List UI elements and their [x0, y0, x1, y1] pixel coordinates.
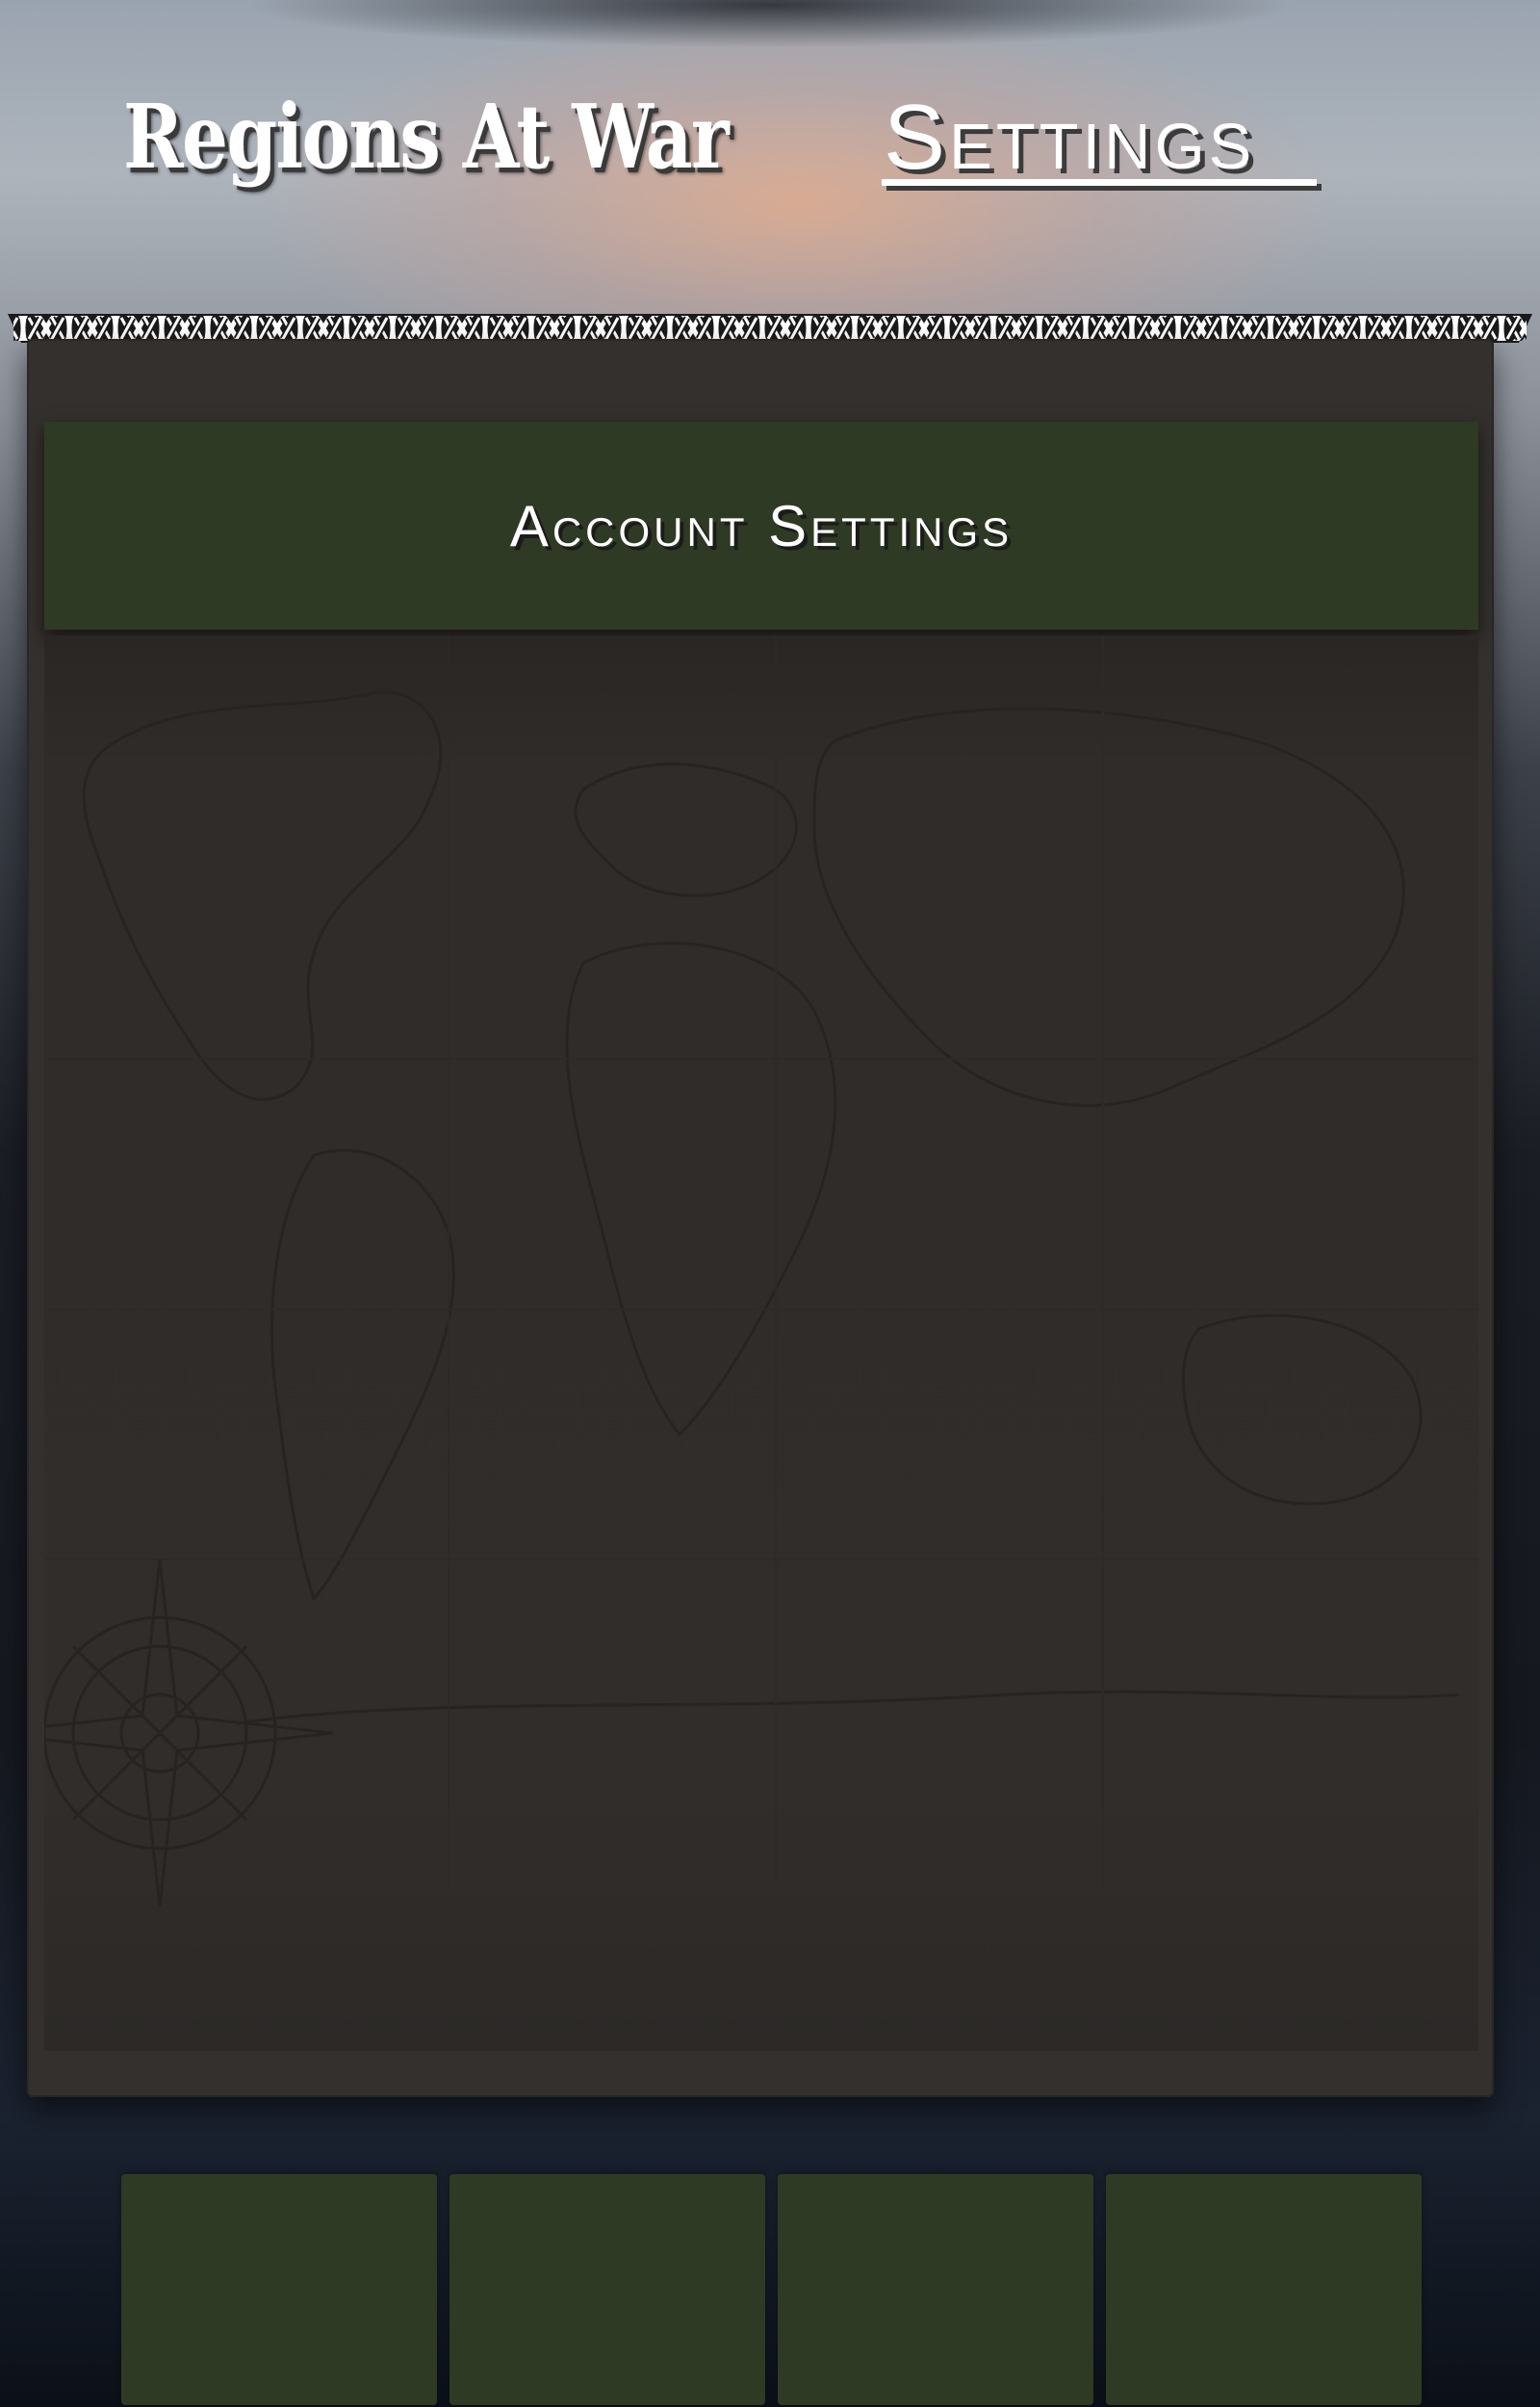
nav-button-4[interactable]: [1106, 2174, 1422, 2405]
panel-title: Account Settings: [509, 493, 1014, 558]
app-logo[interactable]: Regions At War: [123, 85, 730, 189]
compass-rose-icon: [44, 1559, 334, 1907]
header: Regions At War Settings: [0, 0, 1540, 308]
settings-link[interactable]: Settings: [884, 85, 1255, 194]
nav-button-3[interactable]: [778, 2174, 1093, 2405]
settings-underline: [882, 179, 1317, 186]
nav-button-1[interactable]: [121, 2174, 437, 2405]
world-map-background: [44, 635, 1478, 2051]
world-map-icon: [44, 635, 1478, 1907]
account-settings-header[interactable]: Account Settings: [44, 422, 1478, 630]
bottom-nav: [0, 2174, 1540, 2407]
nav-button-2[interactable]: [449, 2174, 765, 2405]
